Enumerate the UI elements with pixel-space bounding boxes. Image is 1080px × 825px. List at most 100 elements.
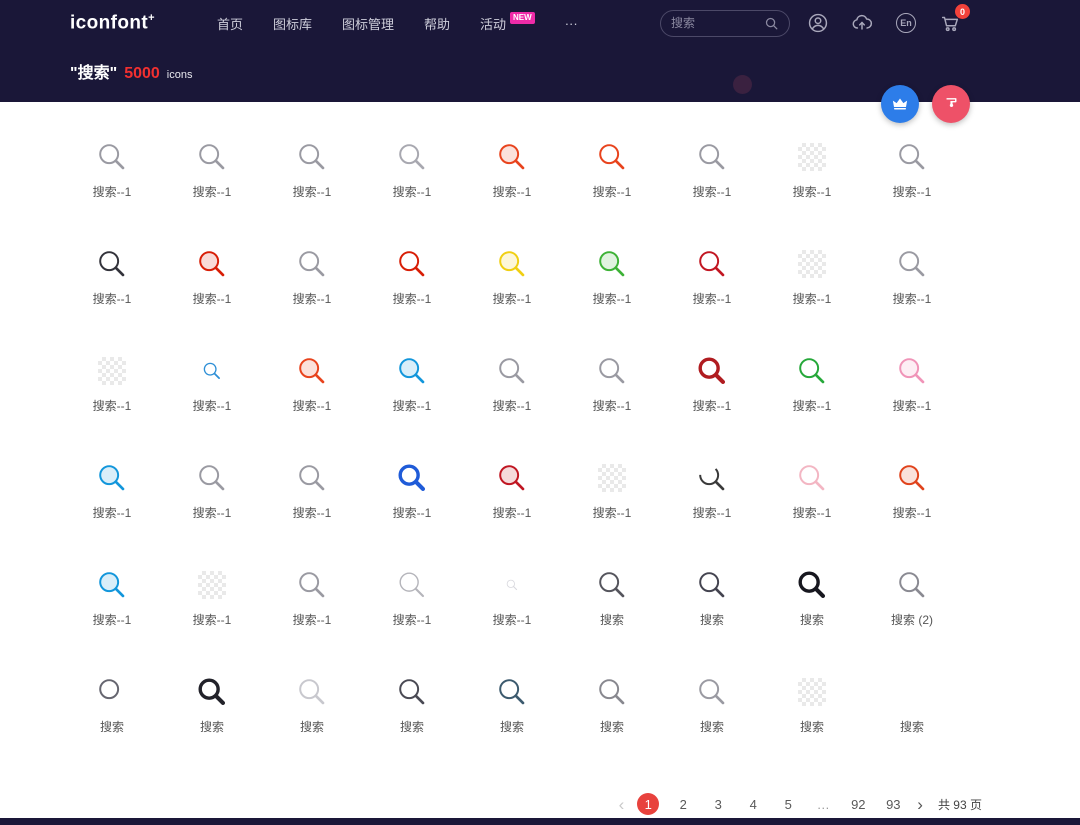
icon-card[interactable]: 搜索--1	[462, 552, 562, 659]
nav-item-5[interactable]: ···	[565, 16, 578, 31]
icon-card[interactable]: 搜索--1	[662, 124, 762, 231]
icon-card[interactable]: 搜索--1	[162, 124, 262, 231]
icon-card[interactable]: 搜索--1	[262, 445, 362, 552]
icon-card[interactable]: 搜索--1	[762, 338, 862, 445]
icon-card[interactable]: 搜索	[862, 659, 962, 766]
icon-card[interactable]: 搜索	[562, 552, 662, 659]
icon-card[interactable]: 搜索--1	[862, 124, 962, 231]
icon-card[interactable]: 搜索--1	[62, 231, 162, 338]
nav-item-1[interactable]: 图标库	[273, 14, 312, 33]
icon-card[interactable]: 搜索--1	[562, 231, 662, 338]
icon-label: 搜索	[299, 720, 324, 734]
icon-card[interactable]: 搜索	[162, 659, 262, 766]
icon-card[interactable]: 搜索--1	[462, 338, 562, 445]
icon-label: 搜索--1	[492, 185, 532, 199]
icon-card[interactable]: 搜索--1	[562, 338, 662, 445]
pagination-page-2[interactable]: 2	[672, 793, 694, 815]
icon-card[interactable]: 搜索--1	[162, 231, 262, 338]
icon-card[interactable]: 搜索	[762, 659, 862, 766]
icon-card[interactable]: 搜索--1	[362, 552, 462, 659]
icon-card[interactable]: 搜索--1	[162, 552, 262, 659]
icon-card[interactable]: 搜索--1	[362, 124, 462, 231]
pagination-page-5[interactable]: 5	[777, 793, 799, 815]
pagination-page-3[interactable]: 3	[707, 793, 729, 815]
icon-card[interactable]: 搜索--1	[862, 231, 962, 338]
icon-card[interactable]: 搜索--1	[262, 552, 362, 659]
icon-card[interactable]: 搜索--1	[162, 445, 262, 552]
icon-card[interactable]: 搜索--1	[462, 124, 562, 231]
nav-item-4[interactable]: 活动 NEW	[480, 11, 535, 33]
icon-card[interactable]: 搜索--1	[862, 445, 962, 552]
icon-card[interactable]: 搜索--1	[462, 445, 562, 552]
icon-card[interactable]: 搜索--1	[762, 231, 862, 338]
upload-cloud-icon[interactable]	[850, 11, 874, 35]
icon-label: 搜索--1	[392, 399, 432, 413]
icon-card[interactable]: 搜索--1	[62, 124, 162, 231]
icon-label: 搜索	[699, 720, 724, 734]
search-result-banner: "搜索" 5000 icons	[0, 46, 1080, 83]
icon-card[interactable]: 搜索--1	[262, 124, 362, 231]
magnifier-icon	[295, 669, 329, 715]
paint-format-button[interactable]	[932, 85, 970, 123]
pagination-page-1[interactable]: 1	[637, 793, 660, 815]
icon-card[interactable]: 搜索--1	[362, 445, 462, 552]
search-input[interactable]	[671, 16, 758, 30]
icon-card[interactable]: 搜索--1	[762, 445, 862, 552]
user-avatar-icon[interactable]	[806, 11, 830, 35]
icon-results-grid: 搜索--1 搜索--1 搜索--1 搜索--1 搜索--1 搜索--1 搜索--1 搜索--1…	[62, 124, 962, 766]
icon-card[interactable]: 搜索--1	[562, 124, 662, 231]
icon-card[interactable]: 搜索--1	[262, 231, 362, 338]
magnifier-icon	[695, 241, 729, 287]
language-icon[interactable]: En	[894, 11, 918, 35]
magnifier-icon	[195, 455, 229, 501]
icon-card[interactable]: 搜索--1	[262, 338, 362, 445]
icon-label: 搜索--1	[492, 613, 532, 627]
nav-item-3[interactable]: 帮助	[424, 14, 450, 33]
icon-card[interactable]: 搜索--1	[462, 231, 562, 338]
nav-item-2[interactable]: 图标管理	[342, 14, 394, 33]
nav-item-0[interactable]: 首页	[217, 14, 243, 33]
icon-card[interactable]: 搜索--1	[62, 338, 162, 445]
cart-icon[interactable]: 0	[938, 4, 970, 35]
icon-card[interactable]: 搜索--1	[362, 338, 462, 445]
icon-label: 搜索--1	[792, 399, 832, 413]
pagination-next[interactable]: ›	[917, 796, 923, 813]
icon-card[interactable]: 搜索--1	[362, 231, 462, 338]
pagination-page-93[interactable]: 93	[882, 793, 904, 815]
magnifier-icon	[895, 348, 929, 394]
icon-label: 搜索--1	[892, 185, 932, 199]
icon-card[interactable]: 搜索--1	[662, 231, 762, 338]
vip-crown-button[interactable]	[881, 85, 919, 123]
header-search[interactable]	[660, 9, 790, 37]
icon-label: 搜索	[599, 613, 624, 627]
pagination-page-92[interactable]: 92	[847, 793, 869, 815]
icon-card[interactable]: 搜索--1	[562, 445, 662, 552]
paint-format-icon	[946, 97, 956, 107]
icon-label: 搜索--1	[392, 185, 432, 199]
icon-card[interactable]: 搜索	[662, 659, 762, 766]
header: iconfont+ 首页 图标库 图标管理 帮助 活动 NEW ··· 搜索 E…	[0, 0, 1080, 102]
icon-card[interactable]: 搜索 (2)	[862, 552, 962, 659]
icon-card[interactable]: 搜索	[462, 659, 562, 766]
icon-card[interactable]: 搜索--1	[662, 445, 762, 552]
icon-card[interactable]: 搜索--1	[62, 445, 162, 552]
icon-label: 搜索	[599, 720, 624, 734]
pagination-prev[interactable]: ‹	[619, 796, 625, 813]
icon-card[interactable]: 搜索	[262, 659, 362, 766]
icon-card[interactable]: 搜索--1	[862, 338, 962, 445]
icon-card[interactable]: 搜索	[362, 659, 462, 766]
icon-card[interactable]: 搜索--1	[662, 338, 762, 445]
icon-label: 搜索	[199, 720, 224, 734]
icon-card[interactable]: 搜索--1	[762, 124, 862, 231]
icon-card[interactable]: 搜索--1	[162, 338, 262, 445]
magnifier-icon	[895, 562, 929, 608]
icon-card[interactable]: 搜索	[62, 659, 162, 766]
footer-bar	[0, 818, 1080, 825]
logo[interactable]: iconfont+	[70, 12, 155, 34]
icon-card[interactable]: 搜索--1	[62, 552, 162, 659]
pagination-page-4[interactable]: 4	[742, 793, 764, 815]
icon-card[interactable]: 搜索	[562, 659, 662, 766]
icon-card[interactable]: 搜索	[762, 552, 862, 659]
icon-card[interactable]: 搜索	[662, 552, 762, 659]
transparent-icon-placeholder	[798, 678, 826, 706]
